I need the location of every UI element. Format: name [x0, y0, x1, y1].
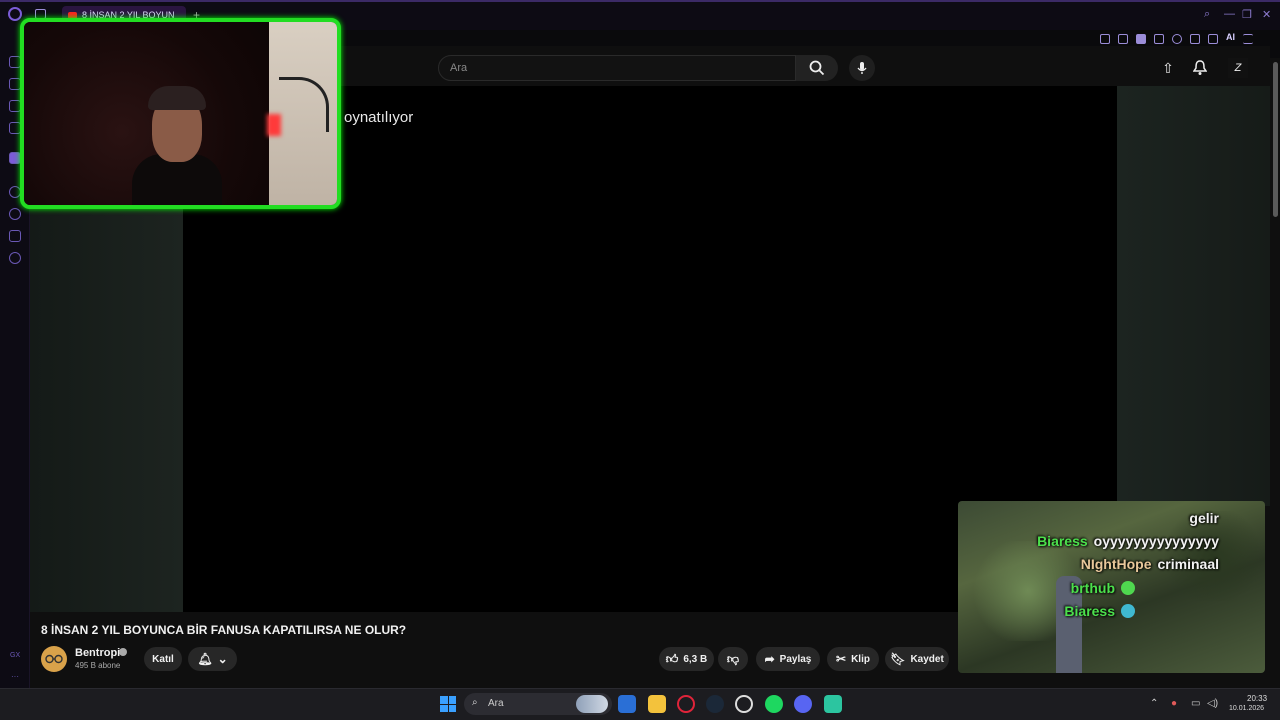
- epic-games-icon[interactable]: [735, 695, 753, 713]
- chat-username: NIghtHope: [1080, 556, 1152, 572]
- like-count: 6,3 B: [683, 653, 708, 665]
- chat-message: NIghtHope criminaal: [1081, 556, 1219, 576]
- subscriber-count: 495 B abone: [75, 661, 121, 670]
- microphone-tray-icon[interactable]: ●: [1171, 698, 1177, 709]
- chat-app-icon[interactable]: [824, 695, 842, 713]
- search-icon: [809, 60, 825, 76]
- search-highlight-image[interactable]: [576, 695, 608, 713]
- bell-icon: 🔔︎: [197, 652, 213, 666]
- chat-message: Biaress: [1064, 603, 1135, 623]
- outlook-icon[interactable]: [618, 695, 636, 713]
- chat-username: Biaress: [1037, 533, 1088, 549]
- clock-time[interactable]: 20:33: [1247, 694, 1267, 703]
- opera-logo-icon[interactable]: [8, 7, 22, 21]
- notifications-icon[interactable]: [1190, 58, 1210, 78]
- verified-icon: [119, 648, 127, 656]
- minimize-icon[interactable]: —: [1224, 8, 1235, 20]
- wallet-icon[interactable]: [1190, 34, 1200, 44]
- volume-icon[interactable]: ◁): [1207, 698, 1218, 709]
- share-button[interactable]: ➦ Paylaş: [756, 647, 820, 671]
- discord-icon[interactable]: [794, 695, 812, 713]
- chat-text: criminaal: [1157, 556, 1219, 572]
- chat-message: brthub: [1071, 580, 1135, 600]
- restore-icon[interactable]: ❐: [1242, 8, 1252, 21]
- ambient-glow-right: [1117, 86, 1270, 506]
- sidebar-pinboard-icon[interactable]: [9, 230, 21, 242]
- search-button[interactable]: [796, 55, 838, 81]
- upload-icon[interactable]: ⇧: [1158, 58, 1178, 78]
- clip-button[interactable]: ✂ Klip: [827, 647, 879, 671]
- ai-button[interactable]: AI: [1226, 32, 1235, 44]
- sidebar-settings-icon[interactable]: [9, 252, 21, 264]
- clip-label: Klip: [851, 653, 870, 665]
- clock-date[interactable]: 10.01.2026: [1229, 705, 1264, 712]
- chat-message: gelir: [1189, 510, 1219, 526]
- pin-icon[interactable]: [1100, 34, 1110, 44]
- playing-overlay-text: oynatılıyor: [344, 109, 414, 126]
- voice-search-button[interactable]: [849, 55, 875, 81]
- channel-avatar[interactable]: [41, 646, 67, 672]
- subscribed-bell-button[interactable]: 🔔︎ ⌄: [188, 647, 237, 671]
- emote-icon: [1121, 604, 1135, 618]
- video-title: 8 İNSAN 2 YIL BOYUNCA BİR FANUSA KAPATIL…: [41, 623, 407, 637]
- account-avatar[interactable]: Z: [1228, 58, 1248, 78]
- webcam-overlay: [20, 18, 341, 209]
- save-button[interactable]: 🔖︎ Kaydet: [885, 647, 949, 671]
- opera-gx-icon[interactable]: [677, 695, 695, 713]
- microphone-icon: [857, 62, 867, 74]
- steam-icon[interactable]: [706, 695, 724, 713]
- share-label: Paylaş: [779, 653, 812, 665]
- stream-chat-overlay: gelir Biaress oyyyyyyyyyyyyyyy NIghtHope c…: [958, 501, 1265, 673]
- heart-icon[interactable]: [1172, 34, 1182, 44]
- chat-username: brthub: [1070, 580, 1115, 596]
- start-button[interactable]: [440, 696, 456, 712]
- menu-icon[interactable]: [1243, 34, 1253, 44]
- file-explorer-icon[interactable]: [648, 695, 666, 713]
- gx-icon[interactable]: GX: [10, 652, 20, 659]
- sidebar-history-icon[interactable]: [9, 208, 21, 220]
- like-button[interactable]: 👍︎ 6,3 B: [659, 647, 714, 671]
- windows-taskbar: [0, 688, 1280, 720]
- close-icon[interactable]: ✕: [1262, 8, 1271, 21]
- sidebar-more-icon[interactable]: ···: [11, 672, 19, 681]
- spotify-icon[interactable]: [765, 695, 783, 713]
- join-button[interactable]: Katıl: [144, 647, 182, 671]
- network-icon[interactable]: ▭: [1191, 698, 1200, 709]
- play-icon[interactable]: [1154, 34, 1164, 44]
- scrollbar-thumb[interactable]: [1273, 62, 1278, 217]
- join-label: Katıl: [152, 653, 174, 665]
- glasses-icon: [45, 654, 63, 664]
- shield-icon[interactable]: [1136, 34, 1146, 44]
- channel-name[interactable]: Bentropi: [75, 647, 120, 659]
- browser-toolbar: AI: [1100, 32, 1253, 44]
- thumbs-up-icon: 👍︎: [665, 651, 679, 666]
- chat-message: Biaress oyyyyyyyyyyyyyyy: [1037, 533, 1219, 553]
- chat-text: oyyyyyyyyyyyyyyy: [1093, 533, 1219, 549]
- dislike-button[interactable]: 👎︎: [718, 647, 748, 671]
- chat-username: Biaress: [1064, 603, 1115, 619]
- share-icon: ➦: [764, 652, 775, 666]
- save-label: Kaydet: [910, 653, 944, 665]
- thumbs-down-icon: 👎︎: [726, 651, 740, 666]
- snapshot-icon[interactable]: [1118, 34, 1128, 44]
- scissors-icon: ✂: [836, 652, 847, 666]
- search-input[interactable]: Ara: [438, 55, 796, 81]
- download-icon[interactable]: [1208, 34, 1218, 44]
- search-tabs-icon[interactable]: ⌕: [1204, 8, 1210, 21]
- chevron-down-icon: ⌄: [217, 652, 228, 666]
- emote-icon: [1121, 581, 1135, 595]
- search-icon: ⌕: [472, 697, 478, 708]
- bookmark-icon: 🔖︎: [890, 652, 906, 666]
- tray-chevron-icon[interactable]: ⌃: [1150, 698, 1158, 709]
